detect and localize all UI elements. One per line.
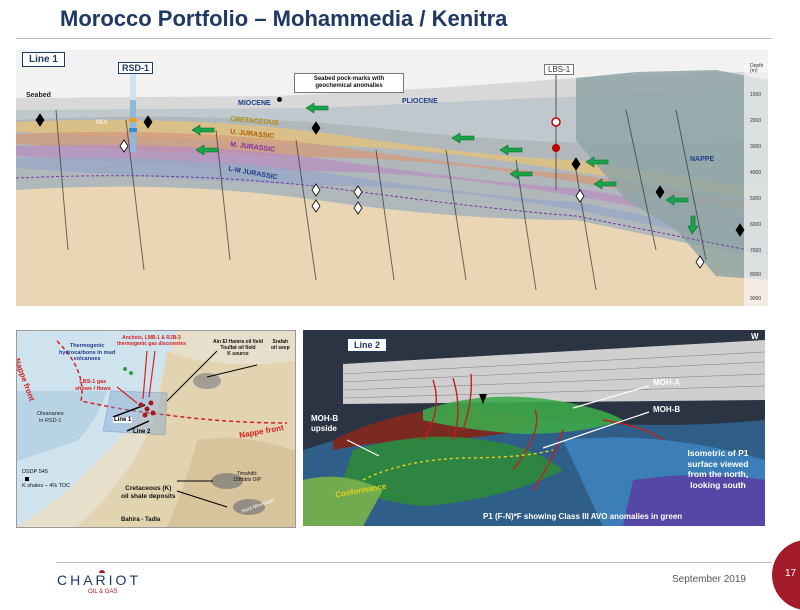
migration-arrow-icon — [191, 124, 215, 136]
migration-arrow-icon — [665, 194, 689, 206]
play-diamond-icon — [119, 139, 129, 153]
map-srafah-label: Srafah oil seep — [271, 339, 290, 351]
map-anchois-line: thermogenic gas discoveries — [117, 341, 186, 347]
map-thermogenic-line: Thermogenic — [69, 343, 105, 349]
source-diamond-icon — [735, 223, 745, 237]
play-diamond-icon — [353, 201, 363, 215]
source-diamond-icon — [571, 157, 581, 171]
map-anchois-label: Anchois, LMB-1 & RJB-3 thermogenic gas d… — [117, 335, 186, 347]
page-number: 17 — [785, 568, 797, 579]
map-line2-label: Line 2 — [133, 429, 151, 435]
map-cretaceous-line: oil shale deposits — [121, 492, 176, 500]
map-cretaceous-line: Cretaceous (K) — [125, 485, 172, 492]
map-thermogenic-line: hydrocarbons in mud — [59, 349, 116, 356]
moh-b-upside-line: upside — [311, 423, 337, 433]
map-ain-el-hamra-label: Ain El Hamra oil field Toulfat oil field… — [213, 339, 263, 357]
location-map: Nappe front Nappe front Thermogenic hydr… — [16, 330, 296, 528]
map-dsdp-label: DSDP 545 — [22, 469, 48, 475]
map-timahdit-label: Timahdit: 15Bbbls OIP — [233, 471, 261, 483]
moh-b-upside-line: MOH-B — [311, 414, 339, 423]
source-diamond-icon — [311, 121, 321, 135]
migration-arrows — [35, 102, 745, 269]
play-diamond-icon — [311, 183, 321, 197]
migration-arrow-icon — [499, 144, 523, 156]
title-divider — [16, 38, 772, 39]
source-diamond-icon — [143, 115, 153, 129]
play-diamond-icon — [695, 255, 705, 269]
isometric-line: from the north, — [687, 469, 749, 480]
play-diamond-icon — [353, 185, 363, 199]
isometric-caption: Isometric of P1 surface viewed from the … — [673, 448, 763, 491]
line2-badge: Line 2 — [347, 338, 388, 352]
map-lbs1-line: LBS-1 gas — [79, 379, 107, 385]
map-kshales-label: K shales – 4% TOC — [22, 483, 71, 489]
line2-isometric-view: Line 2 W MOH-A MOH-B MOH-B upside Confor… — [303, 330, 765, 526]
isometric-line: Isometric of P1 — [687, 448, 749, 458]
play-diamond-icon — [311, 199, 321, 213]
company-logo-subtitle: OIL & GAS — [88, 589, 118, 595]
moh-a-label: MOH-A — [653, 378, 681, 387]
map-line1-label: Line 1 — [113, 417, 133, 423]
map-srafah-line: oil seep — [271, 345, 290, 351]
play-diamond-icon — [575, 189, 585, 203]
migration-arrow-icon — [687, 215, 699, 235]
map-lbs1-label: LBS-1 gas shows / flows — [75, 379, 111, 392]
page-title: Morocco Portfolio – Mohammedia / Kenitra — [60, 6, 508, 31]
migration-arrow-icon — [451, 132, 475, 144]
line2-w-label: W — [751, 332, 759, 341]
migration-arrow-icon — [593, 178, 617, 190]
footer-date: September 2019 — [672, 574, 746, 585]
footer-divider — [56, 562, 772, 563]
source-diamond-icon — [655, 185, 665, 199]
map-thermogenic-line: volcanoes — [73, 356, 101, 363]
source-diamond-icon — [35, 113, 45, 127]
map-thermogenic-label: Thermogenic hydrocarbons in mud volcanoe… — [59, 343, 115, 363]
isometric-line: looking south — [690, 479, 746, 490]
map-lbs1-line: shows / flows — [75, 385, 111, 392]
migration-arrow-icon — [509, 168, 533, 180]
map-oleananes-label: Oleananes in RSD-1 — [37, 411, 64, 424]
migration-arrow-icon — [305, 102, 329, 114]
company-logo: CHARIOT — [57, 572, 141, 588]
map-cretaceous-label: Cretaceous (K) oil shale deposits — [121, 485, 176, 501]
line1-seismic-section: Line 1 RSD-1 LBS-1 Seabed Seabed pock-ma… — [16, 50, 768, 306]
migration-arrow-icon — [585, 156, 609, 168]
migration-arrow-icon — [195, 144, 219, 156]
moh-b-label: MOH-B — [653, 405, 681, 414]
map-oleananes-line: Oleananes — [37, 411, 64, 417]
map-ain-line: K source — [227, 351, 249, 357]
map-oleananes-line: in RSD-1 — [39, 417, 62, 424]
map-bahira-label: Bahira - Tadla — [121, 517, 161, 523]
avo-caption: P1 (F-N)*F showing Class III AVO anomali… — [483, 512, 683, 521]
map-timahdit-line: 15Bbbls OIP — [233, 477, 262, 483]
moh-b-upside-label: MOH-B upside — [311, 414, 338, 433]
isometric-line: surface viewed — [687, 458, 749, 469]
